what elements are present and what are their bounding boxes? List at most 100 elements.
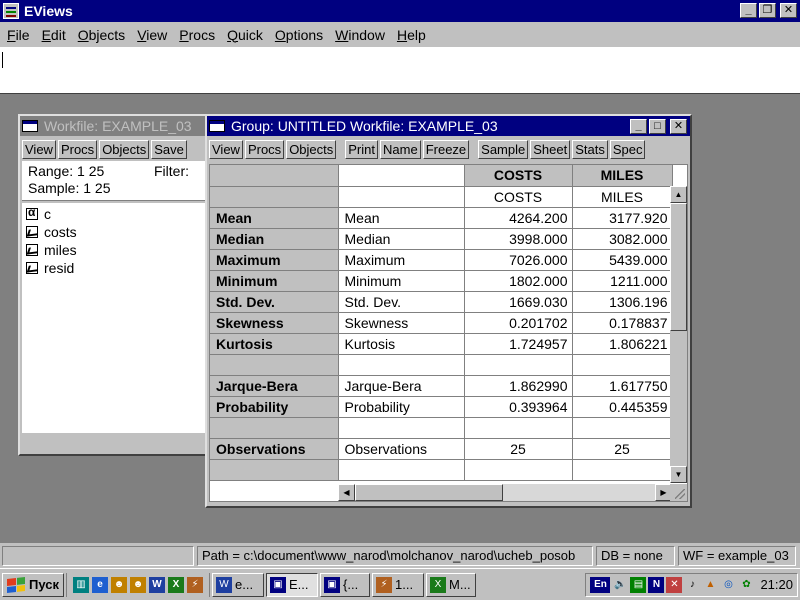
costs-value-cell[interactable]: 7026.000 (464, 249, 573, 271)
cell[interactable] (338, 186, 465, 208)
group-window[interactable]: Group: UNTITLED Workfile: EXAMPLE_03 _ □… (205, 114, 692, 508)
agent-icon[interactable]: ✿ (738, 577, 754, 593)
horizontal-scroll-thumb[interactable] (355, 484, 503, 501)
taskbar-button[interactable]: ⚡ 1... (372, 572, 424, 597)
update-icon[interactable]: ▲ (702, 577, 718, 593)
desktop-icon[interactable]: ▥ (73, 576, 89, 593)
miles-value-cell[interactable]: 1.806221 (572, 333, 673, 355)
group-spec-button[interactable]: Spec (609, 140, 646, 159)
miles-value-cell[interactable] (572, 417, 673, 439)
row-header-cell[interactable] (210, 186, 339, 208)
menu-quick[interactable]: Quick (222, 27, 268, 43)
menu-help[interactable]: Help (392, 27, 431, 43)
column-header-costs[interactable]: COSTS (464, 165, 573, 187)
clock[interactable]: 21:20 (760, 577, 793, 592)
costs-value-cell[interactable]: 1669.030 (464, 291, 573, 313)
miles-value-cell[interactable]: 1211.000 (572, 270, 673, 292)
subheader-costs[interactable]: COSTS (464, 186, 573, 208)
workfile-titlebar[interactable]: Workfile: EXAMPLE_03 (20, 116, 208, 136)
stat-name-cell[interactable]: Std. Dev. (338, 291, 465, 313)
group-titlebar[interactable]: Group: UNTITLED Workfile: EXAMPLE_03 _ □… (207, 116, 690, 136)
group-sheet-button[interactable]: Sheet (530, 140, 571, 159)
scroll-left-icon[interactable]: ◀ (338, 484, 355, 501)
taskbar-button[interactable]: We... (212, 572, 264, 597)
stat-name-cell[interactable]: Maximum (338, 249, 465, 271)
app-icon[interactable]: ☻ (130, 576, 146, 593)
stat-name-cell[interactable]: Skewness (338, 312, 465, 334)
row-label-cell[interactable]: Jarque-Bera (210, 375, 339, 397)
command-window[interactable] (0, 47, 800, 94)
vertical-scrollbar[interactable]: ▲ ▼ (670, 186, 687, 483)
speaker-icon[interactable]: 🔈 (612, 577, 628, 593)
workfile-object-costs[interactable]: costs (22, 223, 206, 241)
miles-value-cell[interactable]: 3177.920 (572, 207, 673, 229)
close-button[interactable]: ✕ (780, 3, 797, 18)
workfile-object-resid[interactable]: resid (22, 259, 206, 277)
miles-value-cell[interactable]: 0.445359 (572, 396, 673, 418)
miles-value-cell[interactable] (572, 459, 673, 481)
row-label-cell[interactable]: Minimum (210, 270, 339, 292)
workfile-window[interactable]: Workfile: EXAMPLE_03 View Procs Objects Sav… (18, 114, 210, 456)
stat-name-cell[interactable]: Kurtosis (338, 333, 465, 355)
stat-name-cell[interactable]: Observations (338, 438, 465, 460)
miles-value-cell[interactable] (572, 354, 673, 376)
costs-value-cell[interactable]: 1802.000 (464, 270, 573, 292)
excel-icon[interactable]: X (168, 576, 184, 593)
start-button[interactable]: Пуск (2, 572, 64, 597)
costs-value-cell[interactable] (464, 459, 573, 481)
menu-objects[interactable]: Objects (73, 27, 130, 43)
costs-value-cell[interactable]: 4264.200 (464, 207, 573, 229)
tool-icon[interactable]: ⚡ (187, 576, 203, 593)
row-label-cell[interactable] (210, 417, 339, 439)
miles-value-cell[interactable]: 1306.196 (572, 291, 673, 313)
menu-file[interactable]: File (2, 27, 35, 43)
row-label-cell[interactable]: Median (210, 228, 339, 250)
minimize-button[interactable]: _ (740, 3, 757, 18)
stat-name-cell[interactable]: Median (338, 228, 465, 250)
workfile-objects-button[interactable]: Objects (99, 140, 150, 159)
costs-value-cell[interactable]: 0.201702 (464, 312, 573, 334)
row-label-cell[interactable] (210, 354, 339, 376)
costs-value-cell[interactable]: 0.393964 (464, 396, 573, 418)
column-header-miles[interactable]: MILES (572, 165, 673, 187)
costs-value-cell[interactable]: 1.724957 (464, 333, 573, 355)
miles-value-cell[interactable]: 5439.000 (572, 249, 673, 271)
blank-header-cell[interactable] (338, 165, 465, 187)
music-icon[interactable]: ♪ (684, 577, 700, 593)
stat-name-cell[interactable] (338, 459, 465, 481)
monitor-icon[interactable]: ▤ (630, 576, 647, 593)
group-minimize-button[interactable]: _ (630, 119, 647, 134)
vertical-scroll-thumb[interactable] (670, 203, 687, 331)
costs-value-cell[interactable]: 1.862990 (464, 375, 573, 397)
eviews-app-icon[interactable] (3, 3, 19, 19)
restore-button[interactable]: ❐ (759, 3, 776, 18)
group-freeze-button[interactable]: Freeze (422, 140, 470, 159)
globe-icon[interactable]: ◎ (720, 577, 736, 593)
menu-options[interactable]: Options (270, 27, 328, 43)
subheader-miles[interactable]: MILES (572, 186, 673, 208)
group-objects-button[interactable]: Objects (286, 140, 337, 159)
word-icon[interactable]: W (149, 576, 165, 593)
row-label-cell[interactable]: Mean (210, 207, 339, 229)
row-label-cell[interactable]: Observations (210, 438, 339, 460)
stat-name-cell[interactable]: Minimum (338, 270, 465, 292)
antivirus-icon[interactable]: N (648, 576, 665, 593)
app-icon[interactable]: ☻ (111, 576, 127, 593)
menu-window[interactable]: Window (330, 27, 390, 43)
scroll-down-icon[interactable]: ▼ (670, 466, 687, 483)
stat-name-cell[interactable]: Probability (338, 396, 465, 418)
resize-grip-icon[interactable] (670, 484, 687, 501)
miles-value-cell[interactable]: 1.617750 (572, 375, 673, 397)
group-close-button[interactable]: ✕ (670, 119, 687, 134)
group-stats-button[interactable]: Stats (572, 140, 608, 159)
ie-icon[interactable]: e (92, 576, 108, 593)
scroll-up-icon[interactable]: ▲ (670, 186, 687, 203)
horizontal-scrollbar[interactable]: ◀ ▶ (338, 484, 672, 501)
row-label-cell[interactable]: Kurtosis (210, 333, 339, 355)
stat-name-cell[interactable] (338, 417, 465, 439)
costs-value-cell[interactable] (464, 417, 573, 439)
row-label-cell[interactable]: Skewness (210, 312, 339, 334)
workfile-view-button[interactable]: View (22, 140, 56, 159)
spreadsheet-grid[interactable]: COSTS MILES COSTS MILES Mean Mean 4264.200… (209, 164, 688, 502)
group-view-button[interactable]: View (209, 140, 243, 159)
